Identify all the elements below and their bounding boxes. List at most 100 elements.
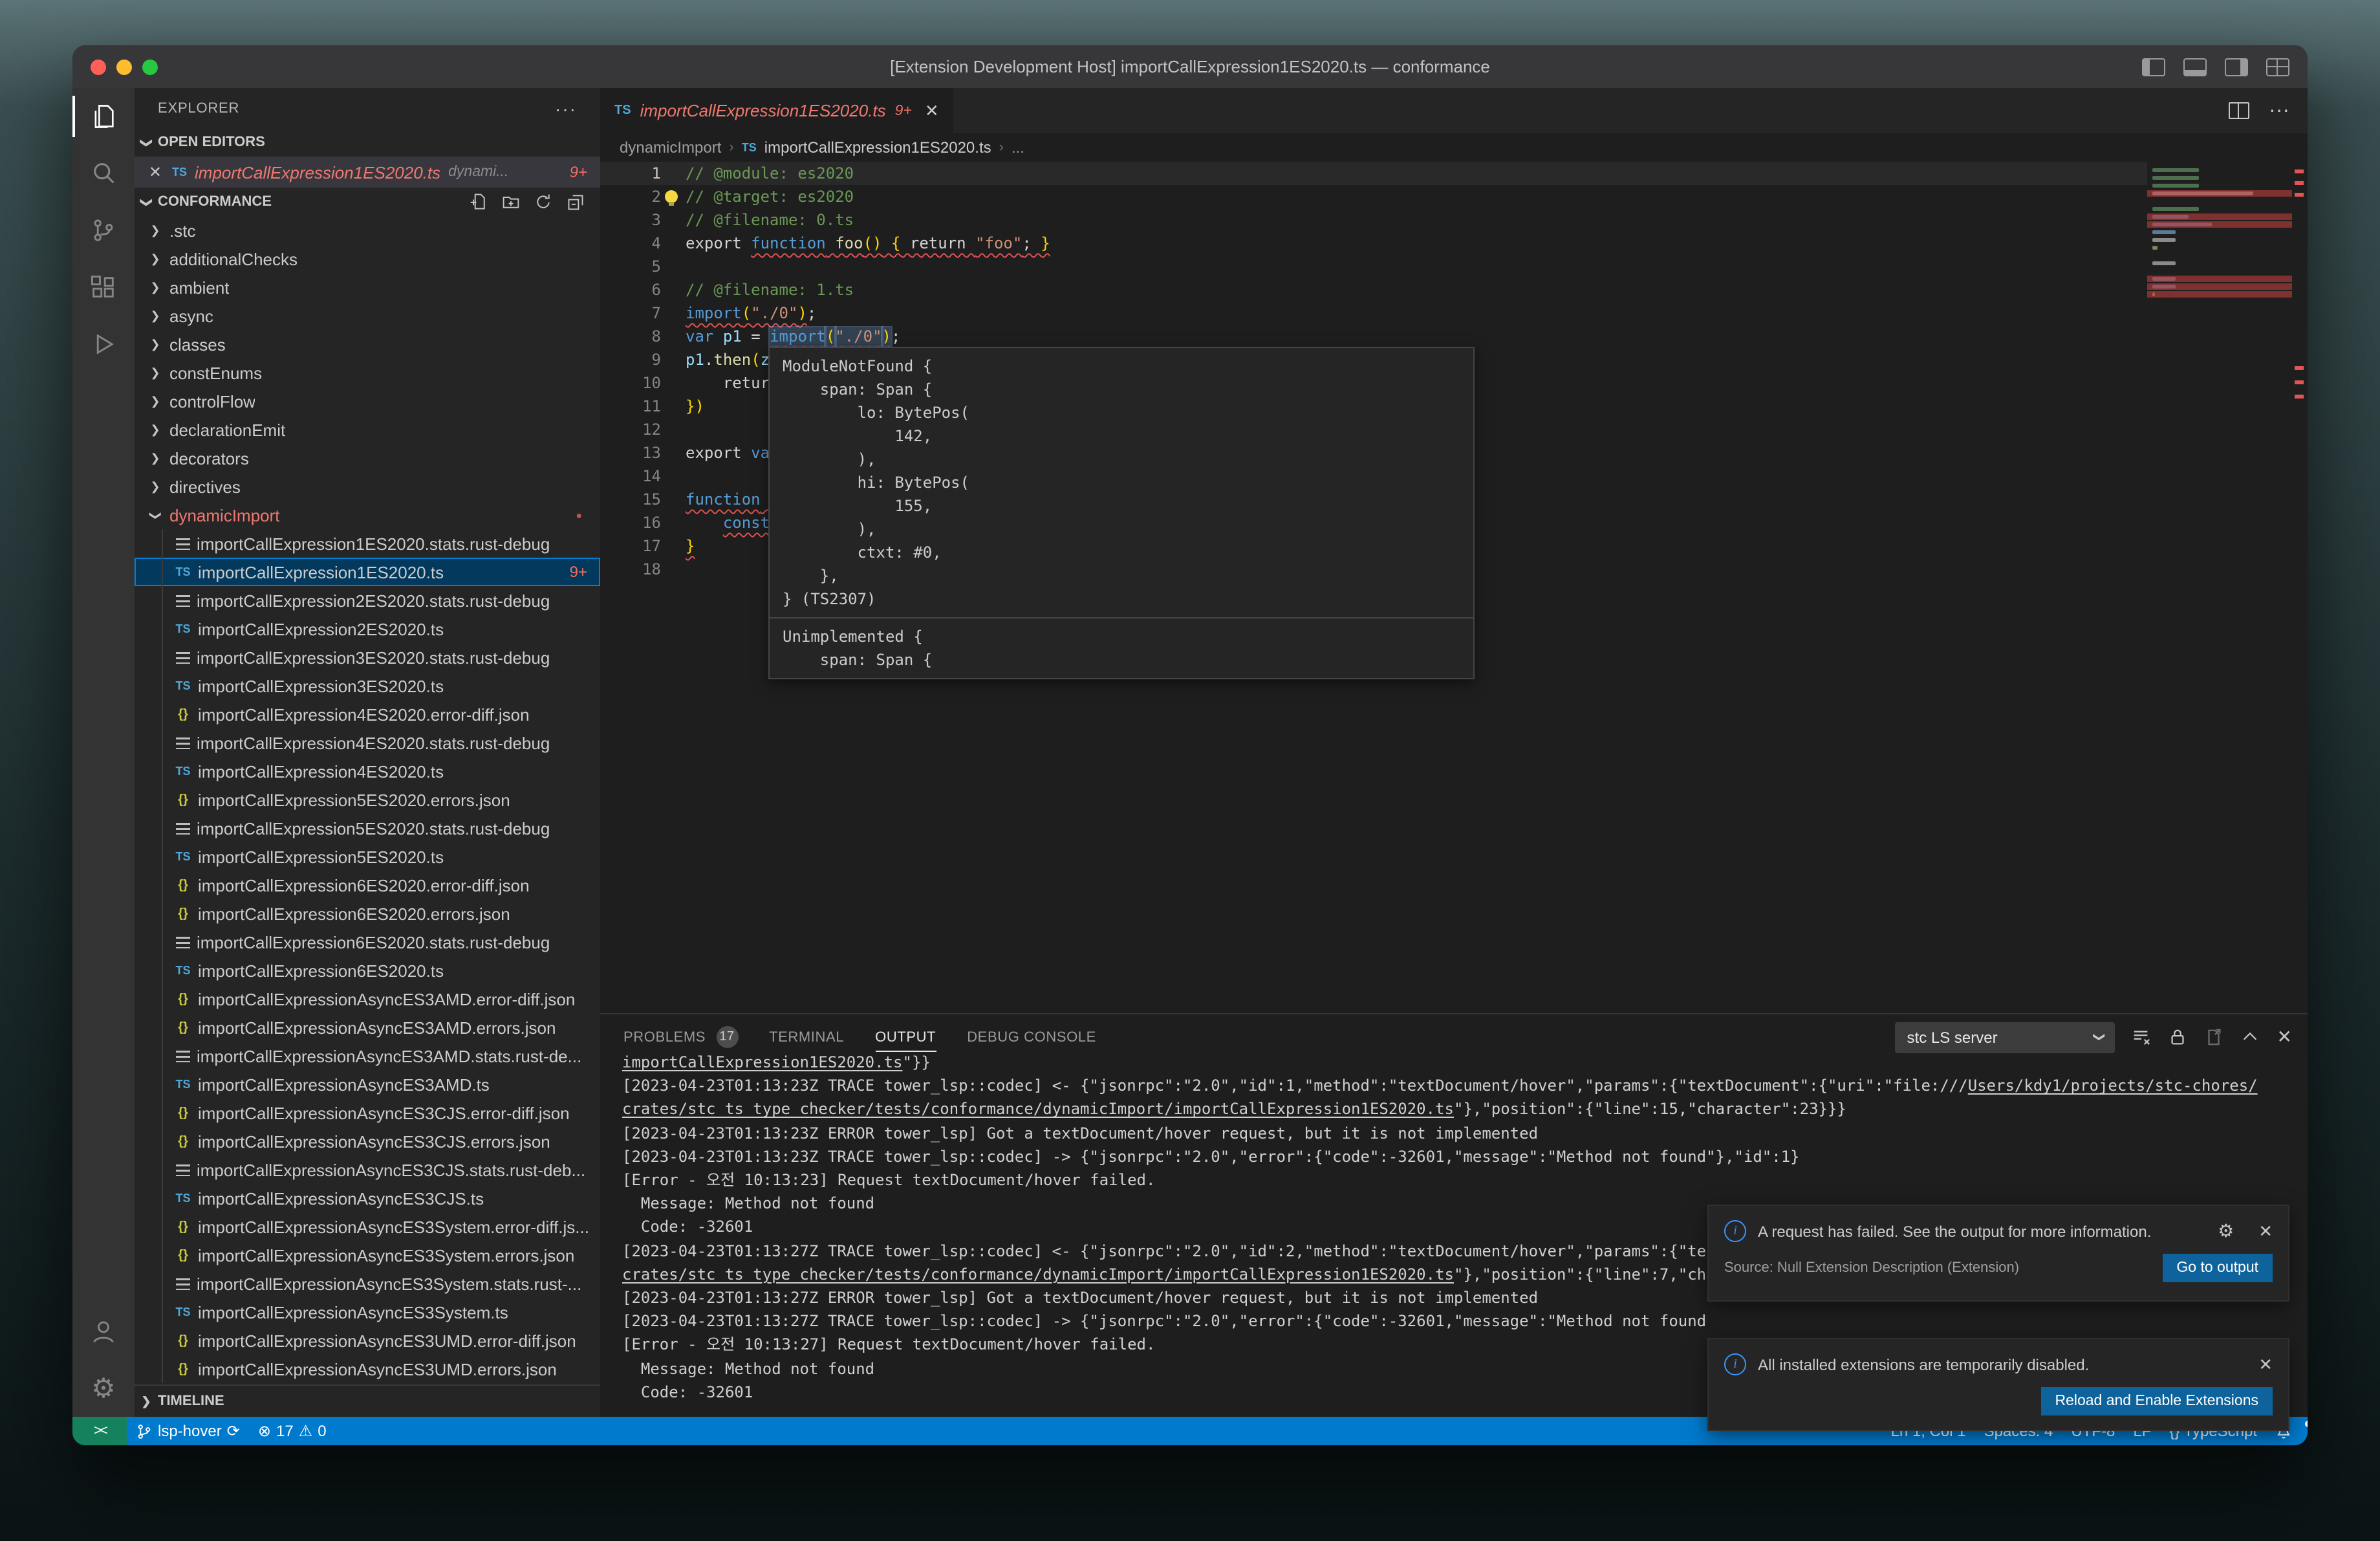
maximize-panel-icon[interactable] [2241,1027,2260,1047]
tree-file[interactable]: TSimportCallExpression3ES2020.ts [135,672,600,700]
close-panel-icon[interactable]: ✕ [2277,1026,2292,1048]
open-editor-item[interactable]: ✕ TS importCallExpression1ES2020.ts dyna… [135,157,600,188]
tree-file[interactable]: {}importCallExpressionAsyncES3AMD.error-… [135,985,600,1013]
tree-file[interactable]: {}importCallExpression5ES2020.errors.jso… [135,785,600,814]
tree-file[interactable]: importCallExpression5ES2020.stats.rust-d… [135,814,600,842]
editor-tab[interactable]: TS importCallExpression1ES2020.ts 9+ ✕ [600,88,953,133]
editor-more-actions-icon[interactable]: ··· [2269,99,2289,122]
toggle-secondary-sidebar-icon[interactable] [2225,58,2248,76]
tree-file[interactable]: {}importCallExpressionAsyncES3System.err… [135,1212,600,1241]
close-window-button[interactable] [91,59,106,74]
tree-folder[interactable]: ❯declarationEmit [135,415,600,444]
minimize-window-button[interactable] [116,59,132,74]
open-output-in-editor-icon[interactable] [2205,1027,2224,1047]
new-folder-icon[interactable] [502,193,520,211]
tree-file[interactable]: TSimportCallExpression1ES2020.ts9+ [135,558,600,586]
extensions-icon[interactable] [72,259,135,316]
split-editor-icon[interactable] [2229,102,2249,119]
breadcrumb[interactable]: dynamicImport › TS importCallExpression1… [600,133,2308,162]
run-debug-icon[interactable] [72,316,135,373]
new-file-icon[interactable] [470,193,488,211]
tree-file[interactable]: importCallExpression1ES2020.stats.rust-d… [135,529,600,558]
output-file-link[interactable]: importCallExpression1ES2020.ts [622,1053,903,1071]
output-file-link[interactable]: crates/stc_ts_type_checker/tests/conform… [622,1265,1454,1284]
source-control-icon[interactable] [72,202,135,259]
breadcrumb-folder[interactable]: dynamicImport [620,138,721,157]
timeline-section-header[interactable]: ❯ TIMELINE [135,1384,600,1417]
tree-folder[interactable]: ❯directives [135,472,600,501]
tree-file[interactable]: importCallExpression2ES2020.stats.rust-d… [135,586,600,615]
tree-file[interactable]: {}importCallExpressionAsyncES3CJS.error-… [135,1098,600,1127]
tree-folder[interactable]: ❯ambient [135,273,600,301]
minimap[interactable] [2147,162,2292,1013]
explorer-icon[interactable] [72,88,135,145]
go-to-output-button[interactable]: Go to output [2162,1254,2273,1282]
tree-file[interactable]: {}importCallExpressionAsyncES3CJS.errors… [135,1127,600,1155]
chevron-right-icon: ❯ [147,422,163,437]
output-file-link[interactable]: crates/stc_ts_type_checker/tests/conform… [622,1100,1454,1119]
tree-folder[interactable]: ❯classes [135,330,600,358]
settings-gear-icon[interactable]: ⚙ [72,1360,135,1417]
account-icon[interactable] [72,1303,135,1360]
tree-folder[interactable]: ❯dynamicImport● [135,501,600,529]
tree-file[interactable]: {}importCallExpressionAsyncES3UMD.error-… [135,1326,600,1355]
notification-extensions-disabled: i All installed extensions are temporari… [1707,1338,2289,1431]
tree-file[interactable]: importCallExpression6ES2020.stats.rust-d… [135,928,600,956]
tree-file[interactable]: TSimportCallExpression4ES2020.ts [135,757,600,785]
tree-file[interactable]: importCallExpressionAsyncES3CJS.stats.ru… [135,1155,600,1184]
tree-file[interactable]: TSimportCallExpression5ES2020.ts [135,842,600,871]
tree-file[interactable]: importCallExpressionAsyncES3AMD.stats.ru… [135,1042,600,1070]
refresh-icon[interactable] [534,193,552,211]
tab-close-icon[interactable]: ✕ [925,100,939,121]
git-branch-item[interactable]: lsp-hover ⟳ [127,1422,249,1440]
tree-file[interactable]: TSimportCallExpressionAsyncES3CJS.ts [135,1184,600,1212]
tree-file[interactable]: TSimportCallExpressionAsyncES3System.ts [135,1298,600,1326]
output-file-link[interactable]: Users/kdy1/projects/stc-chores/ [1968,1077,2258,1095]
tree-file[interactable]: TSimportCallExpression6ES2020.ts [135,956,600,985]
tree-item-label: importCallExpressionAsyncES3AMD.stats.ru… [197,1046,581,1066]
collapse-folders-icon[interactable] [567,193,585,211]
lock-icon[interactable] [2169,1027,2188,1047]
conformance-section-header[interactable]: ❯ CONFORMANCE [135,188,600,216]
tree-file[interactable]: {}importCallExpressionAsyncES3AMD.errors… [135,1013,600,1042]
tree-file[interactable]: importCallExpression3ES2020.stats.rust-d… [135,643,600,672]
open-editors-header[interactable]: ❯ OPEN EDITORS [135,128,600,157]
problems-status-item[interactable]: ⊗17 ⚠0 [249,1422,336,1440]
tree-folder[interactable]: ❯async [135,301,600,330]
breadcrumb-symbol[interactable]: ... [1012,138,1024,157]
tree-file[interactable]: TSimportCallExpressionAsyncES3AMD.ts [135,1070,600,1098]
reload-enable-extensions-button[interactable]: Reload and Enable Extensions [2040,1387,2273,1415]
maximize-window-button[interactable] [142,59,158,74]
notification-close-icon[interactable]: ✕ [2258,1354,2273,1375]
hover-tooltip: ModuleNotFound { span: Span { lo: BytePo… [768,347,1475,679]
output-channel-select[interactable]: stc LS server ❯ [1896,1022,2115,1053]
tree-folder[interactable]: ❯controlFlow [135,387,600,415]
tree-file[interactable]: importCallExpression4ES2020.stats.rust-d… [135,728,600,757]
tree-folder[interactable]: ❯additionalChecks [135,245,600,273]
sync-icon[interactable]: ⟳ [227,1422,240,1440]
customize-layout-icon[interactable] [2266,58,2289,76]
tree-folder[interactable]: ❯.stc [135,216,600,245]
tree-folder[interactable]: ❯constEnums [135,358,600,387]
notification-settings-gear-icon[interactable]: ⚙ [2218,1220,2234,1242]
search-icon[interactable] [72,145,135,202]
remote-indicator[interactable]: >< [72,1417,127,1445]
tree-file[interactable]: importCallExpressionAsyncES3System.stats… [135,1269,600,1298]
notification-close-icon[interactable]: ✕ [2258,1221,2273,1241]
tree-folder[interactable]: ❯decorators [135,444,600,472]
tree-file[interactable]: {}importCallExpression6ES2020.error-diff… [135,871,600,899]
breadcrumb-file[interactable]: importCallExpression1ES2020.ts [764,138,991,157]
tree-file[interactable]: {}importCallExpressionAsyncES3System.err… [135,1241,600,1269]
close-editor-icon[interactable]: ✕ [146,163,164,181]
panel-actions: stc LS server ❯ ✕ [1896,1022,2292,1053]
tree-file[interactable]: {}importCallExpression4ES2020.error-diff… [135,700,600,728]
clear-output-icon[interactable] [2132,1027,2152,1047]
lightbulb-icon[interactable] [665,190,678,203]
toggle-sidebar-icon[interactable] [2142,58,2165,76]
tree-file[interactable]: TSimportCallExpression2ES2020.ts [135,615,600,643]
sidebar-more-actions-icon[interactable]: ··· [555,98,577,118]
toggle-panel-icon[interactable] [2183,58,2207,76]
tree-file[interactable]: {}importCallExpression6ES2020.errors.jso… [135,899,600,928]
overview-ruler[interactable] [2292,162,2308,1013]
tree-file[interactable]: {}importCallExpressionAsyncES3UMD.errors… [135,1355,600,1383]
